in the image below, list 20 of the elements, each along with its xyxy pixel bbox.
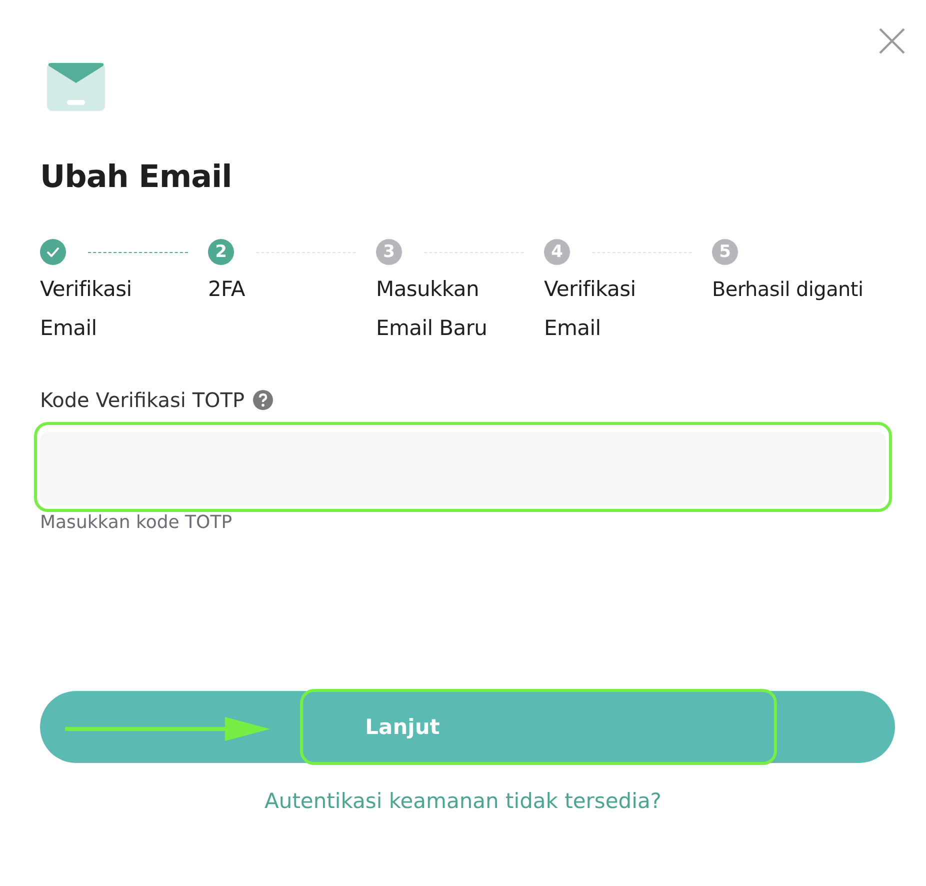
step-number: 2 bbox=[215, 242, 227, 262]
dialog-title: Ubah Email bbox=[40, 158, 233, 197]
step-label: Verifikasi Email bbox=[40, 276, 133, 342]
step-number: 4 bbox=[551, 242, 563, 262]
step-label: Berhasil diganti bbox=[712, 276, 864, 303]
close-button[interactable] bbox=[879, 28, 905, 54]
envelope-icon bbox=[47, 63, 105, 111]
field-label: Kode Verifikasi TOTP bbox=[40, 387, 245, 414]
step-label: Masukkan Email Baru bbox=[376, 276, 488, 342]
step-number: 5 bbox=[719, 242, 731, 262]
help-link[interactable]: Autentikasi keamanan tidak tersedia? bbox=[264, 789, 662, 813]
step-number: 3 bbox=[383, 242, 395, 262]
step-label: 2FA bbox=[208, 276, 246, 303]
next-button[interactable]: Lanjut bbox=[40, 691, 895, 763]
help-icon[interactable] bbox=[252, 390, 273, 410]
field-hint: Masukkan kode TOTP bbox=[40, 511, 234, 535]
step-label: Verifikasi Email bbox=[544, 276, 637, 342]
totp-input-field[interactable] bbox=[40, 432, 886, 505]
close-icon bbox=[879, 28, 905, 54]
check-icon bbox=[46, 245, 60, 259]
